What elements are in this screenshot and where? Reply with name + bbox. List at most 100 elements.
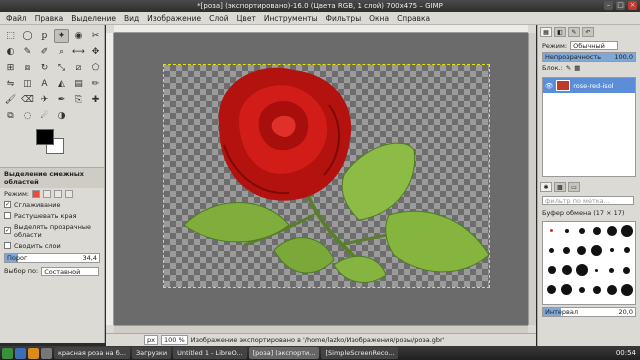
task-downloads[interactable]: Загрузки — [131, 347, 172, 359]
brush-preview[interactable] — [620, 224, 633, 237]
menu-filters[interactable]: Фильтры — [322, 14, 366, 23]
text-tool-icon[interactable]: A — [37, 77, 52, 91]
brush-preview[interactable] — [575, 244, 588, 257]
layers-tab-icon[interactable]: ▦ — [540, 27, 552, 37]
mode-intersect-button[interactable] — [65, 189, 74, 198]
terminal-launcher-icon[interactable] — [41, 347, 52, 359]
layer-mode-dropdown[interactable]: Обычный — [570, 41, 619, 50]
eraser-tool-icon[interactable]: ⌫ — [20, 93, 35, 107]
brush-preview[interactable] — [590, 224, 603, 237]
color-select-tool-icon[interactable]: ◉ — [71, 29, 86, 43]
zoom-dropdown[interactable]: 100 % — [160, 335, 188, 345]
gradients-tab-icon[interactable]: ▭ — [568, 182, 580, 192]
minimize-button[interactable]: – — [604, 1, 613, 10]
flip-tool-icon[interactable]: ⇋ — [3, 77, 18, 91]
files-launcher-icon[interactable] — [28, 347, 39, 359]
vertical-scrollbar[interactable] — [528, 33, 536, 325]
scale-tool-icon[interactable]: ⤡ — [54, 61, 69, 75]
spacing-slider[interactable]: Интервал 20,0 — [542, 307, 636, 317]
align-tool-icon[interactable]: ⊞ — [3, 61, 18, 75]
threshold-slider[interactable]: Порог 34,4 — [4, 253, 100, 263]
mode-add-button[interactable] — [43, 189, 52, 198]
horizontal-scrollbar[interactable] — [114, 325, 528, 333]
menu-file[interactable]: Файл — [2, 14, 31, 23]
pencil-tool-icon[interactable]: ✏ — [88, 77, 103, 91]
canvas-viewport[interactable] — [114, 33, 528, 325]
channels-tab-icon[interactable]: ◧ — [554, 27, 566, 37]
undo-tab-icon[interactable]: ↶ — [582, 27, 594, 37]
brush-filter-input[interactable]: фильтр по метка... — [542, 196, 634, 205]
unit-dropdown[interactable]: px — [144, 335, 158, 345]
scissors-tool-icon[interactable]: ✂ — [88, 29, 103, 43]
transparent-row[interactable]: ✓ Выделять прозрачные области — [0, 221, 104, 240]
brush-preview[interactable] — [620, 283, 633, 296]
menu-layer[interactable]: Слой — [205, 14, 233, 23]
blend-tool-icon[interactable]: ▤ — [71, 77, 86, 91]
maximize-button[interactable]: □ — [616, 1, 625, 10]
brush-preview[interactable] — [590, 264, 603, 277]
paintbrush-tool-icon[interactable]: 🖌 — [3, 93, 18, 107]
rect-select-tool-icon[interactable]: ⬚ — [3, 29, 18, 43]
opacity-slider[interactable]: Непрозрачность 100,0 — [542, 52, 636, 62]
image-canvas[interactable] — [163, 64, 490, 288]
airbrush-tool-icon[interactable]: ✈ — [37, 93, 52, 107]
merged-row[interactable]: Сводить слои — [0, 240, 104, 251]
eye-icon[interactable]: 👁 — [545, 82, 553, 90]
app-menu-icon[interactable] — [2, 347, 13, 359]
horizontal-ruler[interactable] — [114, 25, 528, 33]
clone-tool-icon[interactable]: ⎘ — [71, 93, 86, 107]
layer-row[interactable]: 👁 rose-red-isol — [543, 78, 635, 93]
brush-preview[interactable] — [605, 283, 618, 296]
brush-preview[interactable] — [545, 224, 558, 237]
heal-tool-icon[interactable]: ✚ — [88, 93, 103, 107]
menu-help[interactable]: Справка — [393, 14, 434, 23]
perspective-tool-icon[interactable]: ⬠ — [88, 61, 103, 75]
brush-preview[interactable] — [545, 244, 558, 257]
brush-preview[interactable] — [620, 244, 633, 257]
perspective-clone-tool-icon[interactable]: ⧉ — [3, 109, 18, 123]
zoom-tool-icon[interactable]: ⌕ — [54, 45, 69, 59]
transparent-checkbox[interactable]: ✓ — [4, 227, 11, 234]
brush-preview[interactable] — [590, 244, 603, 257]
antialias-checkbox[interactable]: ✓ — [4, 201, 11, 208]
ellipse-select-tool-icon[interactable]: ◯ — [20, 29, 35, 43]
patterns-tab-icon[interactable]: ▩ — [554, 182, 566, 192]
brush-preview[interactable] — [605, 264, 618, 277]
brush-preview[interactable] — [560, 224, 573, 237]
paths-tab-icon[interactable]: ✎ — [568, 27, 580, 37]
feather-row[interactable]: Растушевать края — [0, 210, 104, 221]
color-picker-tool-icon[interactable]: ✐ — [37, 45, 52, 59]
brush-preview[interactable] — [545, 264, 558, 277]
brush-preview[interactable] — [575, 283, 588, 296]
task-libreoffice[interactable]: Untitled 1 - LibreO... — [173, 347, 247, 359]
task-browser[interactable]: красная роза на б... — [54, 347, 130, 359]
cage-tool-icon[interactable]: ◫ — [20, 77, 35, 91]
move-tool-icon[interactable]: ✥ — [88, 45, 103, 59]
lock-alpha-icon[interactable]: ▦ — [574, 64, 580, 72]
brush-preview[interactable] — [575, 264, 588, 277]
free-select-tool-icon[interactable]: ꝑ — [37, 29, 52, 43]
brush-preview[interactable] — [560, 283, 573, 296]
menu-colors[interactable]: Цвет — [233, 14, 260, 23]
brush-preview[interactable] — [620, 264, 633, 277]
close-button[interactable]: × — [628, 1, 637, 10]
select-by-dropdown[interactable]: Составной — [41, 266, 100, 276]
vertical-ruler[interactable] — [106, 33, 114, 325]
menu-windows[interactable]: Окна — [365, 14, 393, 23]
foreground-color[interactable] — [36, 129, 54, 145]
dodge-burn-tool-icon[interactable]: ◑ — [54, 109, 69, 123]
menu-image[interactable]: Изображение — [143, 14, 205, 23]
lock-pixels-icon[interactable]: ✎ — [566, 64, 571, 72]
measure-tool-icon[interactable]: ⟷ — [71, 45, 86, 59]
ink-tool-icon[interactable]: ✒ — [54, 93, 69, 107]
brush-preview[interactable] — [560, 264, 573, 277]
rotate-tool-icon[interactable]: ↻ — [37, 61, 52, 75]
task-gimp[interactable]: [роза] (экспорти... — [248, 347, 320, 359]
menu-tools[interactable]: Инструменты — [260, 14, 322, 23]
browser-launcher-icon[interactable] — [15, 347, 26, 359]
shear-tool-icon[interactable]: ⧄ — [71, 61, 86, 75]
mode-subtract-button[interactable] — [54, 189, 63, 198]
brush-preview[interactable] — [590, 283, 603, 296]
brush-preview[interactable] — [575, 224, 588, 237]
menu-view[interactable]: Вид — [120, 14, 143, 23]
